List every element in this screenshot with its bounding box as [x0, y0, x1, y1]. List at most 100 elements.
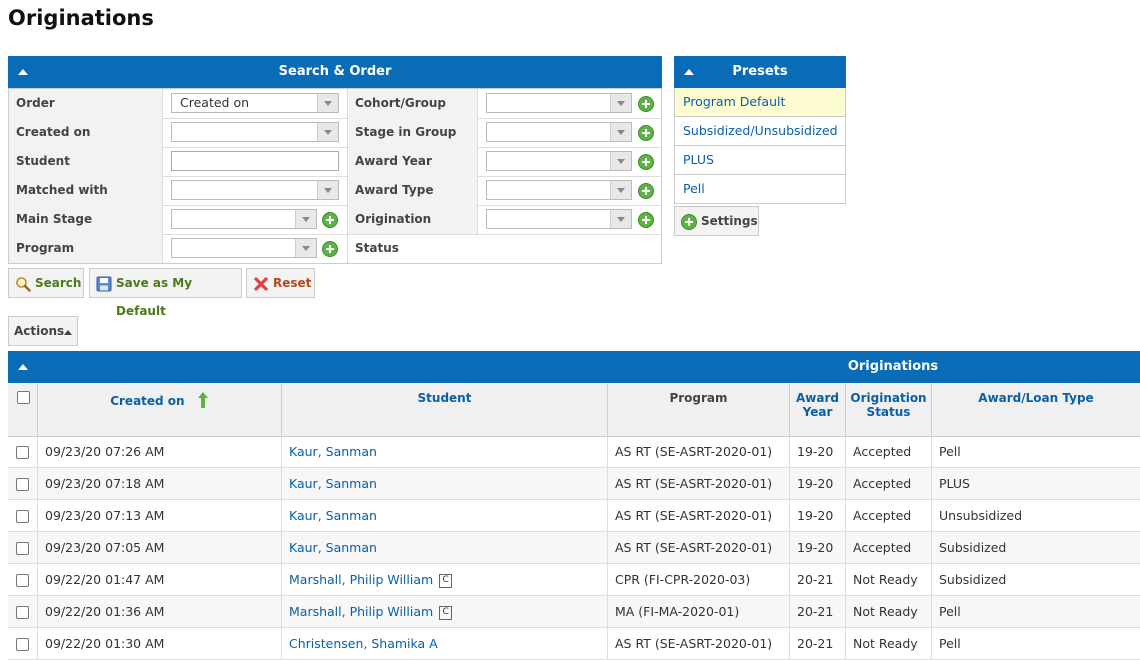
search-row: Created on Stage in Group — [9, 118, 661, 148]
row-checkbox[interactable] — [16, 574, 29, 587]
search-grid: Order Created on Cohort/Group Created on… — [8, 88, 662, 264]
add-origination-status-icon[interactable] — [638, 212, 654, 228]
table-row[interactable]: 09/23/20 07:18 AM Kaur, Sanman AS RT (SE… — [8, 468, 1140, 500]
preset-plus[interactable]: PLUS — [674, 146, 846, 175]
award-type-cell: Pell — [939, 444, 961, 459]
dropdown-arrow-icon — [610, 94, 631, 112]
col-created-on[interactable]: Created on — [38, 384, 282, 436]
table-row[interactable]: 09/23/20 07:13 AM Kaur, Sanman AS RT (SE… — [8, 500, 1140, 532]
table-row[interactable]: 09/23/20 07:05 AM Kaur, Sanman AS RT (SE… — [8, 532, 1140, 564]
student-link[interactable]: Marshall, Philip William C — [282, 564, 608, 595]
collapse-icon[interactable] — [682, 56, 696, 88]
add-program-icon[interactable] — [322, 241, 338, 257]
program-cell: MA (FI-MA-2020-01) — [608, 596, 790, 627]
award-type-cell: Subsidized — [939, 540, 1007, 555]
student-link[interactable]: Christensen, Shamika A — [282, 628, 608, 659]
collapse-icon[interactable] — [16, 351, 30, 383]
created-on-cell: 09/23/20 07:13 AM — [38, 500, 282, 531]
presets-panel: Presets Program Default Subsidized/Unsub… — [674, 56, 846, 204]
table-row[interactable]: 09/22/20 01:47 AM Marshall, Philip Willi… — [8, 564, 1140, 596]
main-stage-select[interactable] — [171, 209, 317, 229]
row-checkbox[interactable] — [16, 510, 29, 523]
save-as-my-default-button[interactable]: Save as My Default — [89, 268, 242, 318]
table-row[interactable]: 09/22/20 01:36 AM Marshall, Philip Willi… — [8, 596, 1140, 628]
preset-program-default[interactable]: Program Default — [674, 88, 846, 117]
created-on-label: Created on — [9, 118, 163, 147]
search-row: Program — [9, 234, 661, 263]
status-cell: Accepted — [846, 532, 932, 563]
student-input[interactable] — [171, 151, 339, 171]
award-year-cell: 19-20 — [790, 500, 846, 531]
program-select[interactable] — [171, 238, 317, 258]
cohort-group-select[interactable] — [486, 93, 632, 113]
program-cell: AS RT (SE-ASRT-2020-01) — [608, 532, 790, 563]
origination-status-select[interactable] — [486, 209, 632, 229]
award-year-cell: 20-21 — [790, 628, 846, 659]
add-main-stage-icon[interactable] — [322, 212, 338, 228]
student-link[interactable]: Kaur, Sanman — [282, 436, 608, 467]
program-label: Program — [9, 234, 163, 263]
c-badge-icon: C — [439, 573, 453, 588]
search-row: Order Created on Cohort/Group — [9, 89, 661, 119]
preset-pell[interactable]: Pell — [674, 175, 846, 204]
col-award-year[interactable]: Award Year — [790, 384, 846, 436]
presets-header: Presets — [674, 56, 846, 88]
row-checkbox[interactable] — [16, 606, 29, 619]
presets-title: Presets — [732, 64, 788, 79]
select-all-checkbox[interactable] — [17, 391, 30, 404]
row-checkbox[interactable] — [16, 542, 29, 555]
add-cohort-group-icon[interactable] — [638, 96, 654, 112]
created-on-select[interactable] — [171, 122, 339, 142]
row-checkbox[interactable] — [16, 478, 29, 491]
award-year-cell: 20-21 — [790, 564, 846, 595]
status-cell: Not Ready — [846, 628, 932, 659]
status-cell: Accepted — [846, 436, 932, 467]
table-row[interactable]: 09/22/20 01:30 AM Christensen, Shamika A… — [8, 628, 1140, 660]
program-cell: AS RT (SE-ASRT-2020-01) — [608, 500, 790, 531]
award-type-label: Award Type — [347, 176, 478, 205]
row-checkbox[interactable] — [16, 638, 29, 651]
created-on-cell: 09/23/20 07:18 AM — [38, 468, 282, 499]
award-year-cell: 19-20 — [790, 436, 846, 467]
select-all-cell — [8, 384, 38, 436]
matched-with-student-select[interactable] — [171, 180, 339, 200]
dropdown-arrow-icon — [317, 181, 338, 199]
created-on-cell: 09/22/20 01:36 AM — [38, 596, 282, 627]
caret-up-icon — [64, 330, 72, 335]
order-select[interactable]: Created on — [171, 93, 339, 113]
stage-in-group-select[interactable] — [486, 122, 632, 142]
dropdown-arrow-icon — [610, 152, 631, 170]
add-award-type-icon[interactable] — [638, 183, 654, 199]
dropdown-arrow-icon — [295, 210, 316, 228]
col-student[interactable]: Student — [282, 384, 608, 436]
row-checkbox[interactable] — [16, 446, 29, 459]
preset-subsidized-unsubsidized[interactable]: Subsidized/Unsubsidized — [674, 117, 846, 146]
stage-in-group-label: Stage in Group — [347, 118, 478, 147]
status-cell: Not Ready — [846, 564, 932, 595]
settings-button[interactable]: Settings — [674, 206, 759, 236]
table-row[interactable]: 09/23/20 07:26 AM Kaur, Sanman AS RT (SE… — [8, 436, 1140, 468]
reset-button[interactable]: Reset — [246, 268, 315, 298]
col-award-loan-type[interactable]: Award/Loan Type — [932, 384, 1140, 436]
collapse-icon[interactable] — [16, 56, 30, 88]
award-type-select[interactable] — [486, 180, 632, 200]
actions-menu-button[interactable]: Actions — [8, 316, 78, 346]
student-link[interactable]: Marshall, Philip William C — [282, 596, 608, 627]
col-origination-status[interactable]: Origination Status — [846, 384, 932, 436]
search-button[interactable]: Search — [8, 268, 84, 298]
dropdown-arrow-icon — [295, 239, 316, 257]
student-link[interactable]: Kaur, Sanman — [282, 500, 608, 531]
search-row: Main Stage Origination Status — [9, 205, 661, 255]
search-order-title: Search & Order — [278, 64, 392, 79]
student-link[interactable]: Kaur, Sanman — [282, 468, 608, 499]
award-year-cell: 19-20 — [790, 468, 846, 499]
add-stage-in-group-icon[interactable] — [638, 125, 654, 141]
red-x-icon — [254, 277, 268, 291]
search-row: Matched with Student Award Type — [9, 176, 661, 226]
add-award-year-icon[interactable] — [638, 154, 654, 170]
created-on-cell: 09/23/20 07:26 AM — [38, 436, 282, 467]
status-cell: Accepted — [846, 468, 932, 499]
student-link[interactable]: Kaur, Sanman — [282, 532, 608, 563]
award-year-select[interactable] — [486, 151, 632, 171]
c-badge-icon: C — [439, 605, 453, 620]
